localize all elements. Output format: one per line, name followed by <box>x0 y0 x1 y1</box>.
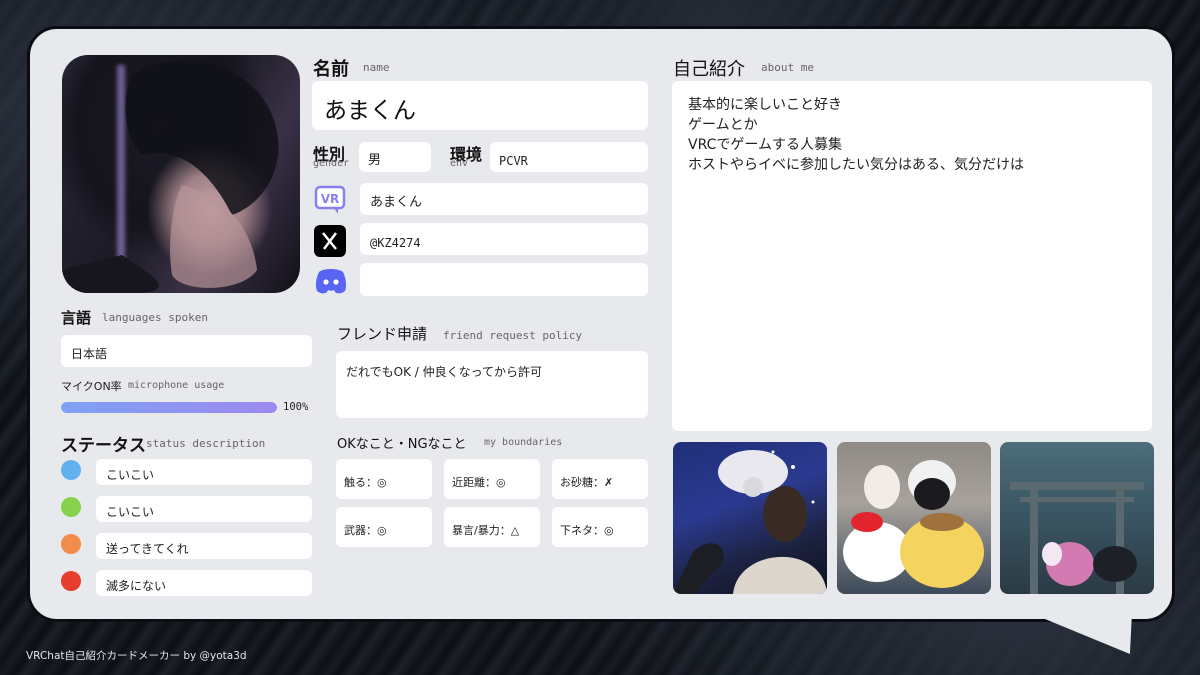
env-value: PCVR <box>499 154 528 168</box>
status-dot-orange <box>61 534 81 554</box>
status-item-4: 滅多にない <box>96 570 312 596</box>
name-value: あまくん <box>324 98 416 124</box>
mic-usage-fill <box>61 402 277 413</box>
boundary-item: 暴言/暴力：△ <box>444 507 540 547</box>
languages-field: 日本語 <box>61 335 312 367</box>
svg-text:VR: VR <box>321 192 340 206</box>
boundary-item-mark: ◎ <box>496 476 506 489</box>
x-field: @KZ4274 <box>360 223 648 255</box>
status-item-text: こいこい <box>106 468 155 482</box>
boundary-item-label: 触る： <box>344 476 377 489</box>
status-label: ステータス <box>61 436 146 456</box>
gallery-photo-2 <box>837 442 991 594</box>
status-dot-blue <box>61 460 81 480</box>
profile-photo <box>62 55 300 293</box>
x-value: @KZ4274 <box>370 236 421 250</box>
env-field: PCVR <box>490 142 648 172</box>
vrchat-field: あまくん <box>360 183 648 215</box>
boundary-item-mark: ◎ <box>604 524 614 537</box>
status-item-text: 送ってきてくれ <box>106 542 189 556</box>
status-item-1: こいこい <box>96 459 312 485</box>
boundary-item-mark: ✗ <box>604 476 614 489</box>
languages-value: 日本語 <box>71 347 108 361</box>
gender-label-en: gender <box>313 158 350 169</box>
boundary-item-mark: ◎ <box>377 476 387 489</box>
mic-percent: 100% <box>283 401 309 413</box>
mic-usage-bar <box>61 402 277 413</box>
about-line: VRCでゲームする人募集 <box>688 137 842 153</box>
boundary-item: 下ネタ：◎ <box>552 507 648 547</box>
about-field: 基本的に楽しいこと好き ゲームとか VRCでゲームする人募集 ホストやらイベに参… <box>672 81 1152 431</box>
friend-policy-value: だれでもOK / 仲良くなってから許可 <box>346 365 543 379</box>
vrchat-icon: VR <box>314 184 346 216</box>
status-dot-red <box>61 571 81 591</box>
mic-label: マイクON率 <box>61 380 122 393</box>
gender-field: 男 <box>359 142 431 172</box>
boundary-item-mark: ◎ <box>377 524 387 537</box>
boundaries-label-en: my boundaries <box>484 437 563 448</box>
vrchat-value: あまくん <box>370 195 423 210</box>
x-logo-icon <box>314 225 346 257</box>
status-dot-green <box>61 497 81 517</box>
boundary-item: 近距離：◎ <box>444 459 540 499</box>
name-label: 名前 <box>313 59 349 80</box>
boundary-item: 触る：◎ <box>336 459 432 499</box>
name-label-en: name <box>363 61 390 74</box>
status-item-2: こいこい <box>96 496 312 522</box>
boundary-item-label: お砂糖： <box>560 476 604 489</box>
about-line: ゲームとか <box>688 117 758 133</box>
speech-bubble-tail <box>1028 612 1132 654</box>
status-item-3: 送ってきてくれ <box>96 533 312 559</box>
friend-policy-label-en: friend request policy <box>443 329 583 342</box>
gender-value: 男 <box>368 153 382 168</box>
name-field: あまくん <box>312 81 648 130</box>
boundary-item: 武器：◎ <box>336 507 432 547</box>
languages-label: 言語 <box>61 309 92 327</box>
friend-policy-field: だれでもOK / 仲良くなってから許可 <box>336 351 648 418</box>
friend-policy-label: フレンド申請 <box>337 325 428 343</box>
env-label-en: env <box>450 158 469 169</box>
status-item-text: こいこい <box>106 505 155 519</box>
status-label-en: status description <box>146 437 266 450</box>
about-line: ホストやらイベに参加したい気分はある、気分だけは <box>688 157 1024 173</box>
boundary-item-label: 近距離： <box>452 476 496 489</box>
mic-label-en: microphone usage <box>128 380 225 391</box>
discord-field <box>360 263 648 296</box>
gallery-photo-3 <box>1000 442 1154 594</box>
boundaries-label: OKなこと・NGなこと <box>337 437 467 452</box>
gallery-photo-1 <box>673 442 827 594</box>
boundary-item-label: 下ネタ： <box>560 524 604 537</box>
discord-icon <box>314 266 348 296</box>
about-label-en: about me <box>761 61 814 74</box>
about-line: 基本的に楽しいこと好き <box>688 97 842 113</box>
boundary-item-label: 暴言/暴力： <box>452 524 511 537</box>
status-item-text: 滅多にない <box>106 579 167 593</box>
boundary-item-label: 武器： <box>344 524 377 537</box>
about-label: 自己紹介 <box>673 59 745 80</box>
boundary-item-mark: △ <box>510 524 520 537</box>
footer-credit: VRChat自己紹介カードメーカー by @yota3d <box>26 650 247 662</box>
languages-label-en: languages spoken <box>102 311 208 324</box>
boundary-item: お砂糖：✗ <box>552 459 648 499</box>
